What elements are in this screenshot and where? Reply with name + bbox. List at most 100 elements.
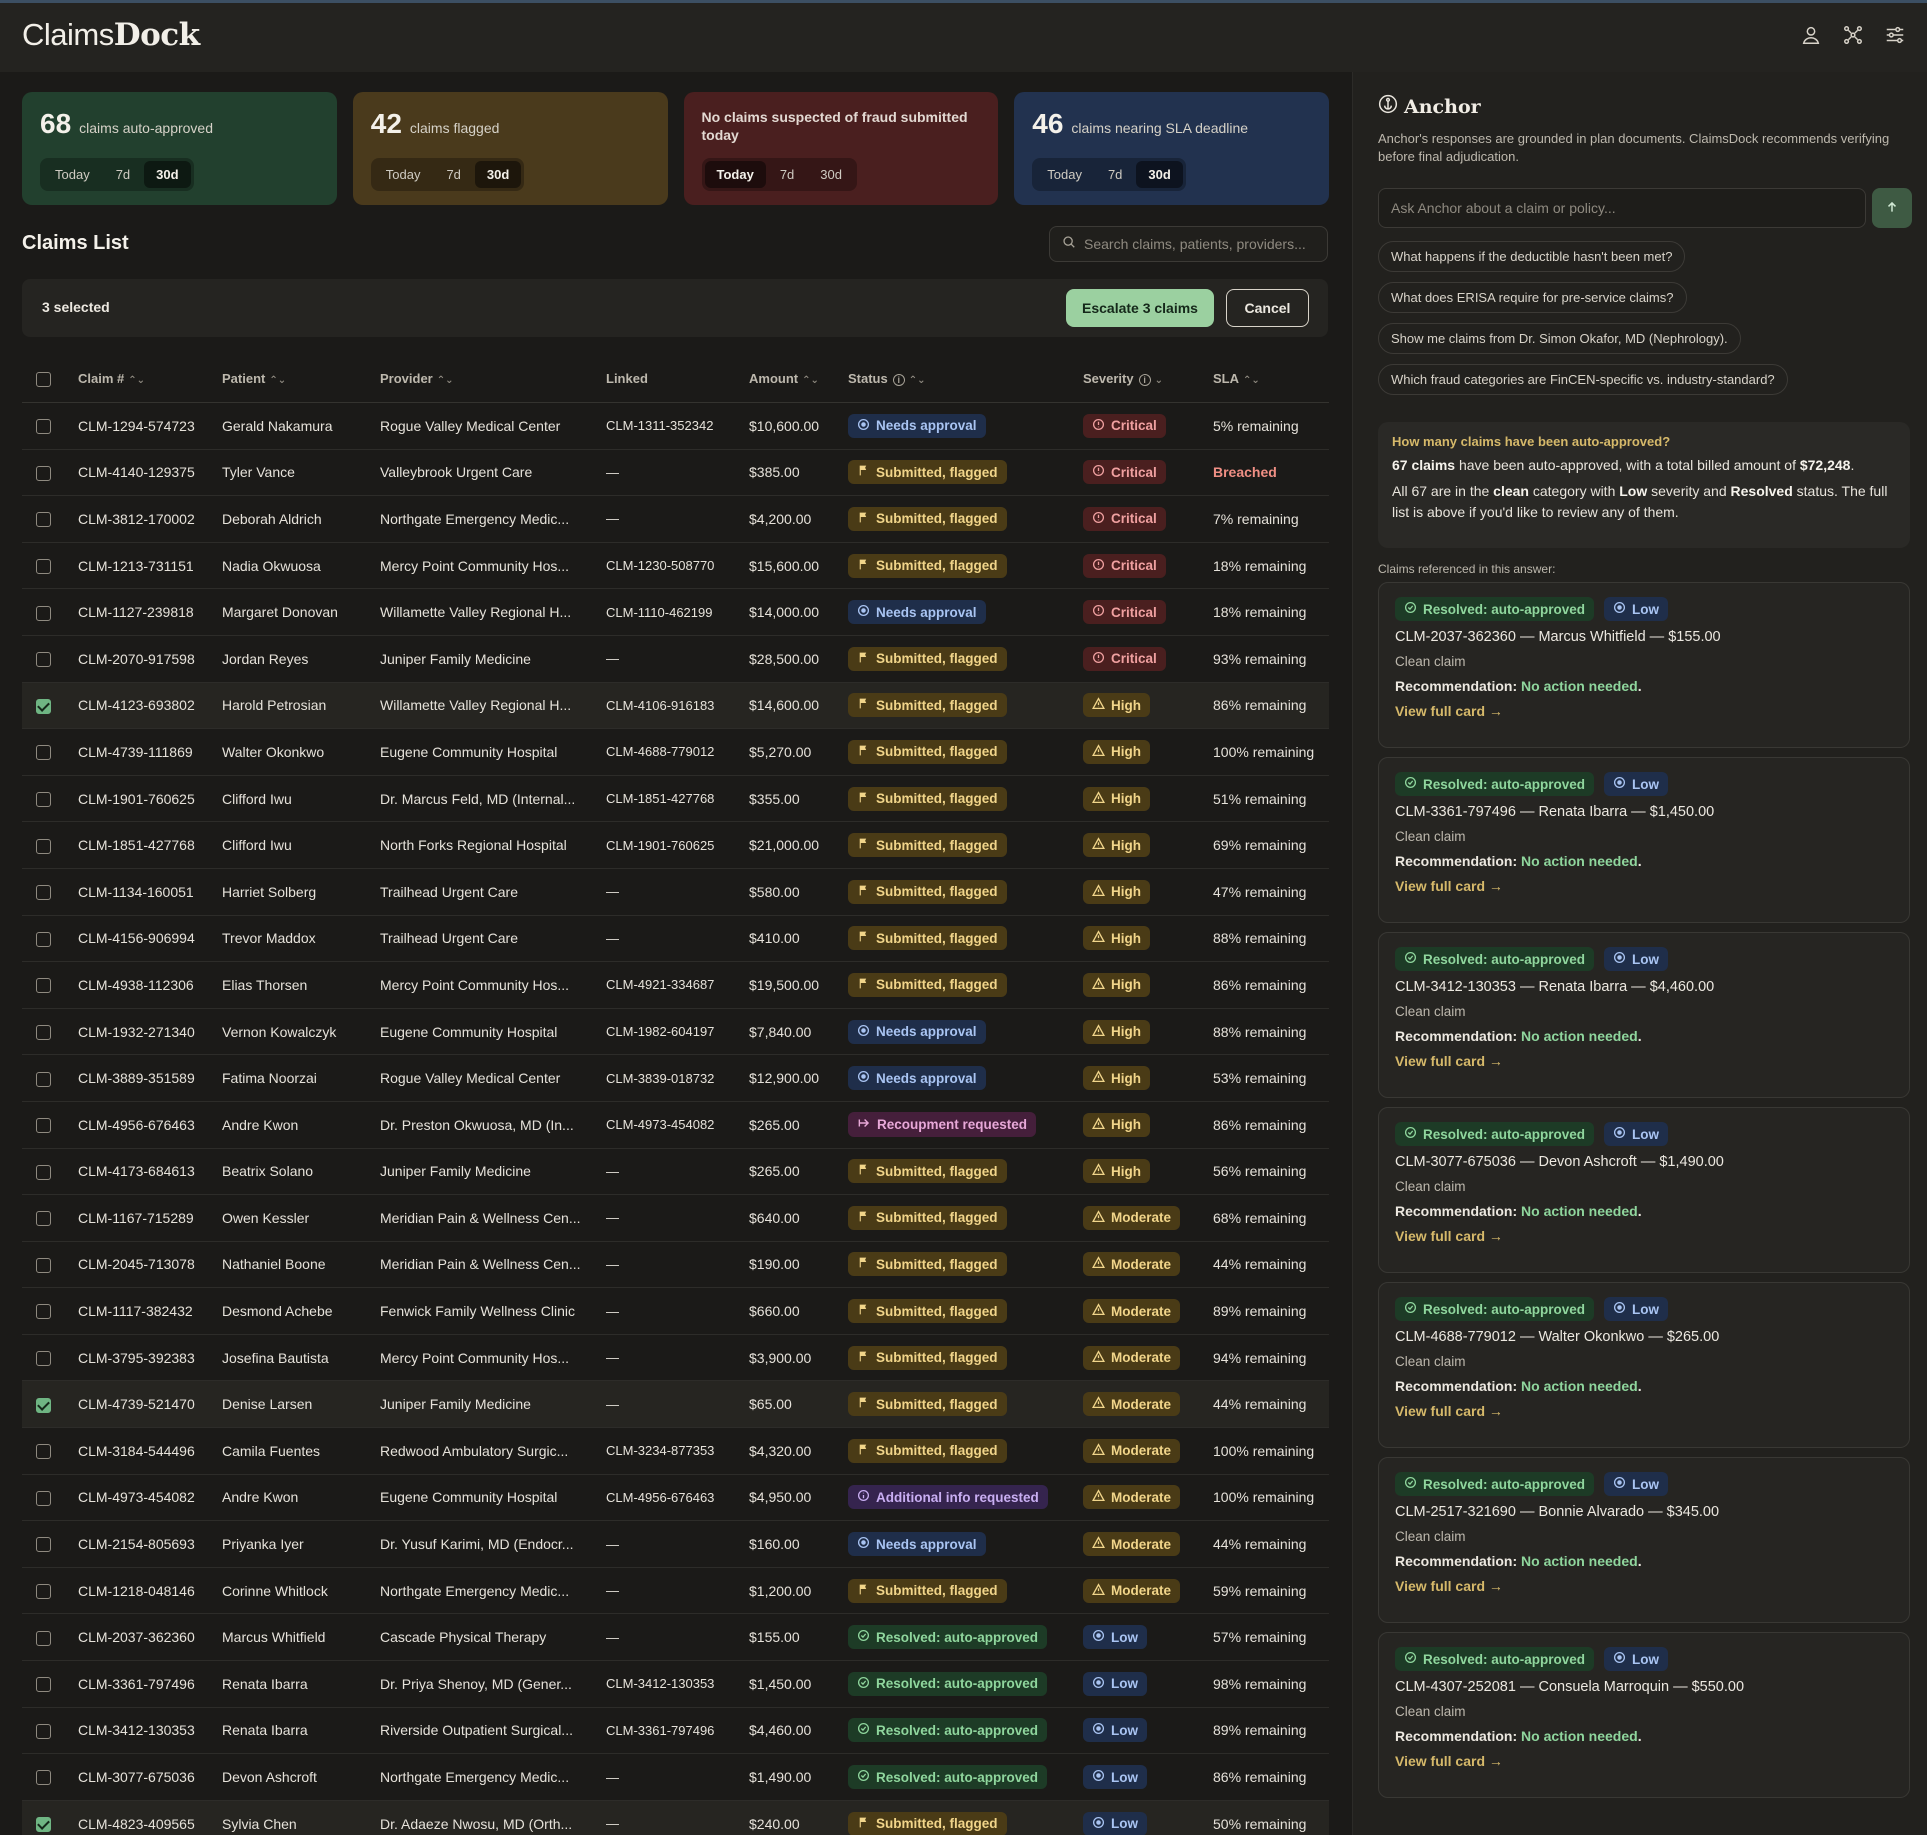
time-range-option[interactable]: Today [704, 161, 766, 188]
table-row[interactable]: CLM-4938-112306 Elias Thorsen Mercy Point … [22, 962, 1329, 1009]
cancel-button[interactable]: Cancel [1226, 289, 1309, 327]
row-checkbox[interactable] [36, 1630, 51, 1646]
table-row[interactable]: CLM-2037-362360 Marcus Whitfield Cascade P… [22, 1614, 1329, 1662]
col-severity[interactable]: Severity i ⌄ [1083, 371, 1213, 386]
view-full-card-link[interactable]: View full card → [1395, 1053, 1893, 1069]
col-status[interactable]: Status i ⌃⌄ [848, 371, 1083, 386]
claim-id[interactable]: CLM-1851-427768 [78, 837, 222, 853]
table-row[interactable]: CLM-3077-675036 Devon Ashcroft Northgate E… [22, 1754, 1329, 1801]
row-checkbox[interactable] [36, 1490, 51, 1506]
row-checkbox[interactable] [36, 652, 51, 668]
claim-id[interactable]: CLM-2045-713078 [78, 1256, 222, 1272]
linked-claim[interactable]: CLM-3839-018732 [606, 1071, 749, 1086]
row-checkbox[interactable] [36, 1677, 51, 1693]
view-full-card-link[interactable]: View full card → [1395, 1578, 1893, 1594]
linked-claim[interactable]: CLM-4688-779012 [606, 744, 749, 759]
row-checkbox[interactable] [36, 1257, 51, 1273]
table-row[interactable]: CLM-1932-271340 Vernon Kowalczyk Eugene Co… [22, 1009, 1329, 1056]
linked-claim[interactable]: CLM-4921-334687 [606, 977, 749, 992]
claim-id[interactable]: CLM-2070-917598 [78, 651, 222, 667]
suggestion-chip[interactable]: What does ERISA require for pre-service … [1378, 282, 1687, 313]
table-row[interactable]: CLM-1134-160051 Harriet Solberg Trailhead … [22, 869, 1329, 916]
claim-id[interactable]: CLM-1213-731151 [78, 558, 222, 574]
info-icon[interactable]: i [892, 374, 905, 386]
row-checkbox[interactable] [36, 1723, 51, 1739]
table-row[interactable]: CLM-3184-544496 Camila Fuentes Redwood Amb… [22, 1428, 1329, 1475]
linked-claim[interactable]: CLM-3412-130353 [606, 1676, 749, 1691]
time-range-option[interactable]: 30d [808, 161, 854, 188]
ask-input[interactable] [1391, 189, 1853, 227]
linked-claim[interactable]: CLM-4973-454082 [606, 1117, 749, 1132]
claim-id[interactable]: CLM-4140-129375 [78, 464, 222, 480]
table-row[interactable]: CLM-4123-693802 Harold Petrosian Willamett… [22, 682, 1329, 730]
app-logo[interactable]: ClaimsDock [22, 17, 200, 53]
linked-claim[interactable]: CLM-1851-427768 [606, 791, 749, 806]
table-row[interactable]: CLM-3889-351589 Fatima Noorzai Rogue Valle… [22, 1055, 1329, 1102]
row-checkbox[interactable] [36, 1071, 51, 1087]
time-range-option[interactable]: 7d [434, 161, 472, 188]
info-icon[interactable]: i [1138, 374, 1151, 386]
table-row[interactable]: CLM-2070-917598 Jordan Reyes Juniper Famil… [22, 636, 1329, 683]
time-range-option[interactable]: 30d [1136, 161, 1183, 188]
table-row[interactable]: CLM-4956-676463 Andre Kwon Dr. Preston Okw… [22, 1102, 1329, 1149]
claim-id[interactable]: CLM-4123-693802 [78, 697, 222, 713]
view-full-card-link[interactable]: View full card → [1395, 878, 1893, 894]
claim-id[interactable]: CLM-3795-392383 [78, 1350, 222, 1366]
linked-claim[interactable]: CLM-1230-508770 [606, 558, 749, 573]
claim-id[interactable]: CLM-1127-239818 [78, 604, 222, 620]
view-full-card-link[interactable]: View full card → [1395, 1403, 1893, 1419]
send-button[interactable] [1872, 188, 1912, 228]
search-input[interactable] [1084, 236, 1314, 252]
row-checkbox[interactable] [36, 419, 51, 435]
row-checkbox[interactable] [36, 1537, 51, 1553]
row-checkbox[interactable] [36, 1304, 51, 1320]
claim-id[interactable]: CLM-3077-675036 [78, 1769, 222, 1785]
claim-id[interactable]: CLM-3361-797496 [78, 1676, 222, 1692]
table-row[interactable]: CLM-1851-427768 Clifford Iwu North Forks R… [22, 822, 1329, 869]
row-checkbox[interactable] [36, 1351, 51, 1367]
table-row[interactable]: CLM-4173-684613 Beatrix Solano Juniper Fam… [22, 1149, 1329, 1196]
user-icon[interactable] [1799, 23, 1823, 47]
table-row[interactable]: CLM-1167-715289 Owen Kessler Meridian Pain… [22, 1195, 1329, 1242]
view-full-card-link[interactable]: View full card → [1395, 1753, 1893, 1769]
claim-id[interactable]: CLM-1294-574723 [78, 418, 222, 434]
claim-id[interactable]: CLM-3184-544496 [78, 1443, 222, 1459]
linked-claim[interactable]: CLM-4106-916183 [606, 698, 749, 713]
row-checkbox[interactable] [36, 465, 51, 481]
claim-id[interactable]: CLM-3889-351589 [78, 1070, 222, 1086]
claim-id[interactable]: CLM-1117-382432 [78, 1303, 222, 1319]
row-checkbox[interactable] [36, 931, 51, 947]
time-range-option[interactable]: 7d [104, 161, 142, 188]
linked-claim[interactable]: CLM-1311-352342 [606, 418, 749, 433]
row-checkbox[interactable] [36, 885, 51, 901]
scan-icon[interactable] [1841, 23, 1865, 47]
row-checkbox[interactable] [36, 1584, 51, 1600]
row-checkbox[interactable] [36, 1397, 51, 1413]
time-range-option[interactable]: Today [374, 161, 433, 188]
row-checkbox[interactable] [36, 512, 51, 528]
time-range-option[interactable]: 30d [144, 161, 191, 188]
claim-id[interactable]: CLM-1167-715289 [78, 1210, 222, 1226]
table-row[interactable]: CLM-2045-713078 Nathaniel Boone Meridian P… [22, 1242, 1329, 1289]
row-checkbox[interactable] [36, 558, 51, 574]
time-range-option[interactable]: Today [43, 161, 102, 188]
col-sla[interactable]: SLA ⌃⌄ [1213, 371, 1329, 386]
claim-id[interactable]: CLM-3412-130353 [78, 1722, 222, 1738]
sliders-icon[interactable] [1883, 23, 1907, 47]
table-row[interactable]: CLM-3412-130353 Renata Ibarra Riverside Ou… [22, 1708, 1329, 1755]
table-row[interactable]: CLM-3795-392383 Josefina Bautista Mercy Po… [22, 1335, 1329, 1382]
claim-id[interactable]: CLM-1134-160051 [78, 884, 222, 900]
col-patient[interactable]: Patient ⌃⌄ [222, 371, 380, 386]
claim-id[interactable]: CLM-4156-906994 [78, 930, 222, 946]
table-row[interactable]: CLM-1901-760625 Clifford Iwu Dr. Marcus Fe… [22, 776, 1329, 823]
row-checkbox[interactable] [36, 1118, 51, 1134]
row-checkbox[interactable] [36, 1164, 51, 1180]
time-range-option[interactable]: 7d [768, 161, 806, 188]
claim-id[interactable]: CLM-4173-684613 [78, 1163, 222, 1179]
linked-claim[interactable]: CLM-1982-604197 [606, 1024, 749, 1039]
table-row[interactable]: CLM-4973-454082 Andre Kwon Eugene Communit… [22, 1475, 1329, 1522]
view-full-card-link[interactable]: View full card → [1395, 1228, 1893, 1244]
table-row[interactable]: CLM-1127-239818 Margaret Donovan Willamett… [22, 589, 1329, 636]
row-checkbox[interactable] [36, 698, 51, 714]
row-checkbox[interactable] [36, 838, 51, 854]
